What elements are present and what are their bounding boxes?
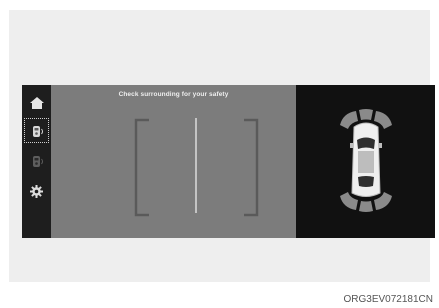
rear-view-camera-icon xyxy=(32,125,43,137)
rear-camera-view: Check surrounding for your safety xyxy=(51,85,296,238)
parking-guide-lines xyxy=(134,118,259,217)
settings-gear-icon xyxy=(30,185,43,198)
home-button[interactable] xyxy=(25,91,48,114)
top-view-camera-button[interactable] xyxy=(25,149,48,172)
front-sensor-zone-center xyxy=(359,109,373,120)
settings-button[interactable] xyxy=(25,180,48,203)
home-icon xyxy=(29,96,44,109)
top-view-camera-icon xyxy=(32,155,43,167)
camera-sidebar xyxy=(22,85,51,238)
parking-sensor-car-icon xyxy=(340,109,392,212)
rear-sensor-zone-center xyxy=(359,201,373,212)
parking-display-screen: Check surrounding for your safety xyxy=(22,85,435,238)
parking-sensor-view xyxy=(296,85,435,238)
left-guide-line xyxy=(134,118,149,217)
right-guide-line xyxy=(244,118,259,217)
figure-code-caption: ORG3EV072181CN xyxy=(343,294,434,305)
rear-view-camera-button[interactable] xyxy=(24,118,49,143)
car-top-view xyxy=(350,122,382,197)
